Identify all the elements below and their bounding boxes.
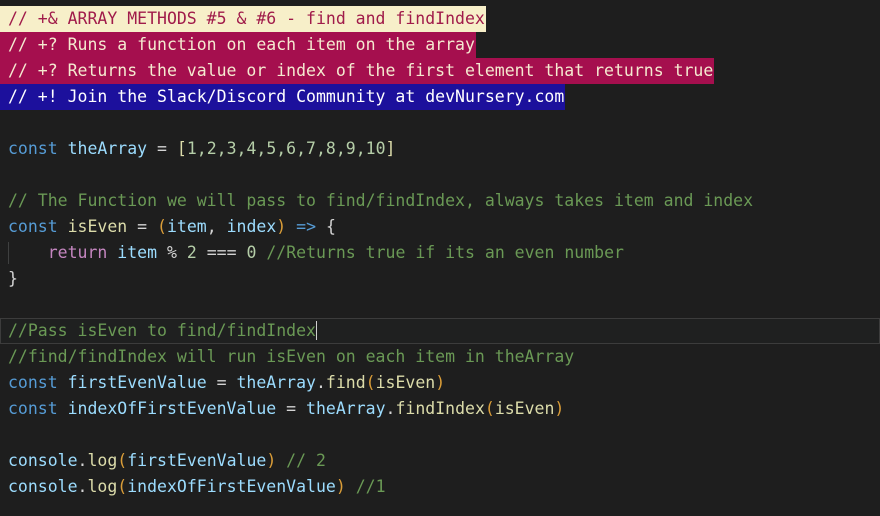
paren-open: ( — [117, 477, 128, 496]
code-line-findindex-call[interactable]: const indexOfFirstEvenValue = theArray.f… — [0, 396, 880, 422]
number-zero: 0 — [246, 243, 257, 262]
param-item: item — [166, 217, 207, 236]
code-line-closing-brace[interactable]: } — [0, 266, 880, 292]
bracket-open: [ — [176, 139, 187, 158]
code-line-return-statement[interactable]: return item % 2 === 0 //Returns true if … — [0, 240, 880, 266]
paren-open: ( — [117, 451, 128, 470]
text-cursor — [315, 321, 317, 340]
bracket-close: ] — [385, 139, 396, 158]
paren-open: ( — [157, 217, 167, 236]
code-line-function-declaration[interactable]: const isEven = (item, index) => { — [0, 214, 880, 240]
comment-banner-line[interactable]: // +& ARRAY METHODS #5 & #6 - find and f… — [0, 6, 880, 32]
argument-isEven: isEven — [494, 399, 555, 418]
comment-text: //Pass isEven to find/findIndex — [8, 321, 316, 340]
comment-banner-line[interactable]: // +? Runs a function on each item on th… — [0, 32, 880, 58]
comment-banner-text: // +? Runs a function on each item on th… — [0, 32, 476, 58]
method-log: log — [87, 477, 118, 496]
identifier-isEven: isEven — [67, 217, 128, 236]
identifier-indexOfFirstEvenValue: indexOfFirstEvenValue — [67, 399, 277, 418]
keyword-const: const — [8, 373, 58, 392]
blank-line[interactable] — [0, 162, 880, 188]
assignment-operator: = — [206, 373, 237, 392]
modulo-operator: % — [157, 243, 187, 262]
blank-line[interactable] — [0, 422, 880, 448]
code-line-comment[interactable]: // The Function we will pass to find/fin… — [0, 188, 880, 214]
array-literal-numbers: 1,2,3,4,5,6,7,8,9,10 — [186, 139, 386, 158]
object-console: console — [8, 451, 78, 470]
dot-operator: . — [77, 451, 88, 470]
paren-close: ) — [554, 399, 565, 418]
assignment-operator: = — [127, 217, 158, 236]
code-line-console-log-value[interactable]: console.log(firstEvenValue) // 2 — [0, 448, 880, 474]
identifier-firstEvenValue: firstEvenValue — [67, 373, 207, 392]
paren-open: ( — [484, 399, 495, 418]
comment-banner-text: // +! Join the Slack/Discord Community a… — [0, 84, 566, 110]
method-find: find — [325, 373, 366, 392]
keyword-const: const — [8, 399, 58, 418]
comment-text: //Returns true if its an even number — [256, 243, 624, 262]
comment-text: // 2 — [276, 451, 326, 470]
code-line-comment-current[interactable]: //Pass isEven to find/findIndex — [0, 318, 880, 344]
code-line-console-log-index[interactable]: console.log(indexOfFirstEvenValue) //1 — [0, 474, 880, 500]
dot-operator: . — [385, 399, 396, 418]
paren-close: ) — [266, 451, 277, 470]
argument-indexOfFirstEvenValue: indexOfFirstEvenValue — [127, 477, 336, 496]
number-two: 2 — [186, 243, 197, 262]
comment-banner-line[interactable]: // +! Join the Slack/Discord Community a… — [0, 84, 880, 110]
comment-banner-text: // +? Returns the value or index of the … — [0, 58, 715, 84]
assignment-operator: = — [147, 139, 177, 158]
indent-guide — [8, 242, 9, 264]
paren-close: ) — [435, 373, 446, 392]
argument-isEven: isEven — [375, 373, 436, 392]
arrow-operator: => — [286, 217, 326, 236]
identifier-theArray: theArray — [236, 373, 316, 392]
identifier-theArray: theArray — [306, 399, 386, 418]
keyword-return: return — [47, 243, 108, 262]
code-line-array-declaration[interactable]: const theArray = [1,2,3,4,5,6,7,8,9,10] — [0, 136, 880, 162]
brace-open: { — [325, 217, 336, 236]
comment-banner-text: // +& ARRAY METHODS #5 & #6 - find and f… — [0, 6, 486, 32]
code-line-comment[interactable]: //find/findIndex will run isEven on each… — [0, 344, 880, 370]
param-index: index — [226, 217, 277, 236]
comma: , — [206, 217, 227, 236]
comment-text: // The Function we will pass to find/fin… — [8, 191, 754, 210]
paren-close: ) — [335, 477, 346, 496]
blank-line[interactable] — [0, 110, 880, 136]
code-editor-canvas[interactable]: // +& ARRAY METHODS #5 & #6 - find and f… — [0, 0, 880, 516]
paren-close: ) — [276, 217, 287, 236]
keyword-const: const — [8, 139, 58, 158]
assignment-operator: = — [276, 399, 307, 418]
method-log: log — [87, 451, 118, 470]
dot-operator: . — [77, 477, 88, 496]
comment-banner-line[interactable]: // +? Returns the value or index of the … — [0, 58, 880, 84]
identifier-theArray: theArray — [67, 139, 148, 158]
brace-close: } — [8, 269, 18, 288]
method-findIndex: findIndex — [395, 399, 485, 418]
object-console: console — [8, 477, 78, 496]
argument-firstEvenValue: firstEvenValue — [127, 451, 267, 470]
keyword-const: const — [8, 217, 58, 236]
identifier-item: item — [117, 243, 158, 262]
comment-text: //find/findIndex will run isEven on each… — [8, 347, 575, 366]
code-line-find-call[interactable]: const firstEvenValue = theArray.find(isE… — [0, 370, 880, 396]
dot-operator: . — [315, 373, 326, 392]
paren-open: ( — [365, 373, 376, 392]
comment-text: //1 — [345, 477, 386, 496]
blank-line[interactable] — [0, 292, 880, 318]
strict-equality-operator: === — [196, 243, 247, 262]
